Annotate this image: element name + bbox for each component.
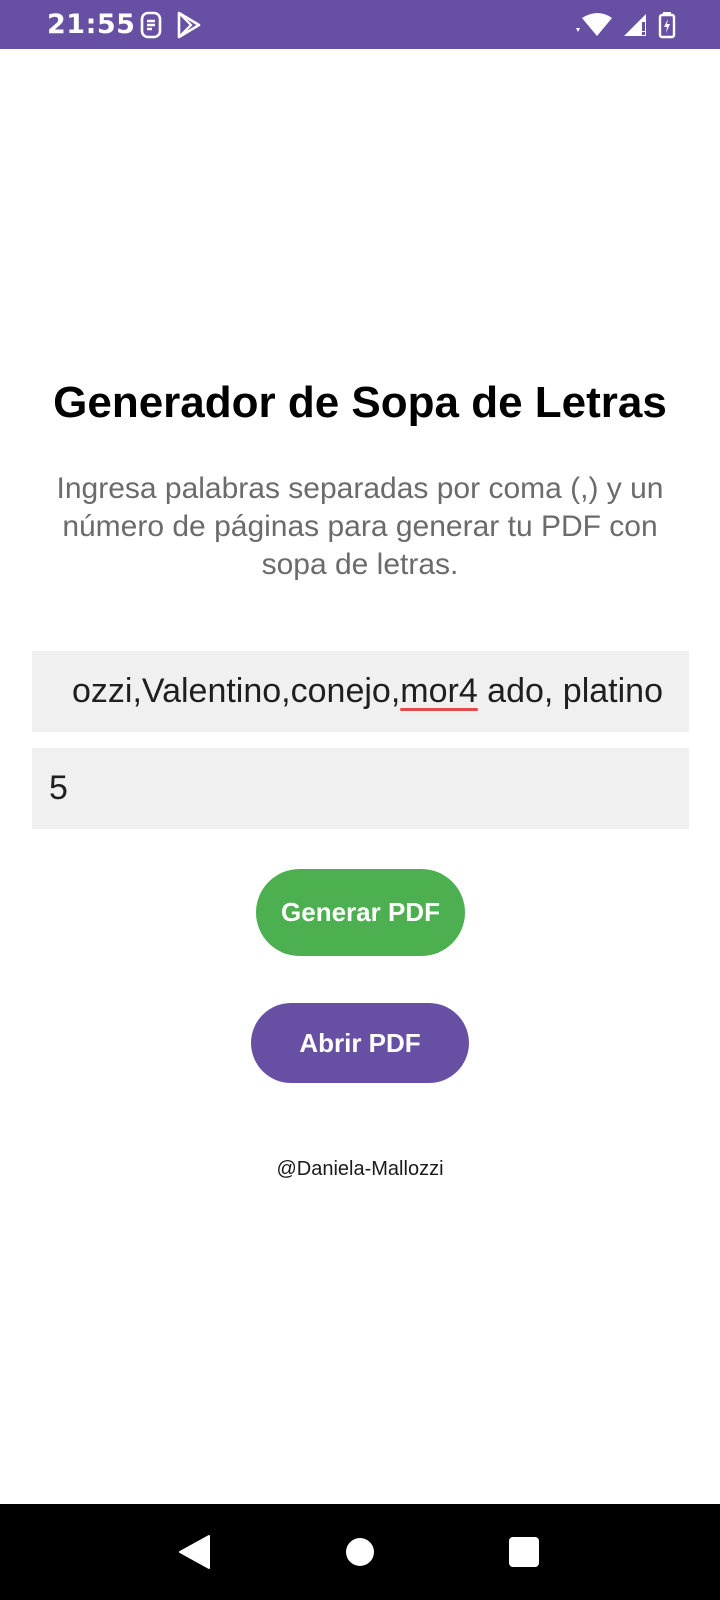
words-input-text-after: ado, platino bbox=[477, 672, 663, 710]
status-bar: 21:55 bbox=[0, 0, 720, 49]
pages-input-value: 5 bbox=[49, 769, 68, 807]
navigation-bar bbox=[0, 1504, 720, 1600]
page-title: Generador de Sopa de Letras bbox=[53, 378, 667, 427]
generate-pdf-button[interactable]: Generar PDF bbox=[256, 869, 465, 956]
cell-signal-icon bbox=[624, 14, 646, 36]
words-input-misspelled-word: mor4 bbox=[400, 672, 478, 710]
home-icon[interactable] bbox=[344, 1534, 376, 1568]
pages-input[interactable]: 5 bbox=[32, 748, 689, 829]
back-icon[interactable] bbox=[177, 1534, 211, 1570]
page-subtitle: Ingresa palabras separadas por coma (,) … bbox=[56, 472, 664, 581]
status-time: 21:55 bbox=[47, 9, 136, 40]
author-credit: @Daniela-Mallozzi bbox=[276, 1158, 444, 1180]
battery-charging-icon bbox=[658, 12, 676, 39]
wifi-icon bbox=[576, 13, 612, 36]
open-pdf-button[interactable]: Abrir PDF bbox=[251, 1003, 469, 1083]
words-input-text-before: ozzi,Valentino,conejo, bbox=[72, 672, 401, 710]
words-input[interactable]: ozzi,Valentino,conejo,mor4 ado, platino bbox=[32, 651, 689, 732]
play-store-icon bbox=[177, 11, 201, 39]
status-right-icons bbox=[574, 11, 676, 39]
words-input-value: ozzi,Valentino,conejo,mor4 ado, platino bbox=[72, 651, 663, 732]
status-left-icons bbox=[140, 11, 202, 39]
notification-icon bbox=[140, 11, 162, 39]
recents-icon[interactable] bbox=[507, 1534, 541, 1568]
